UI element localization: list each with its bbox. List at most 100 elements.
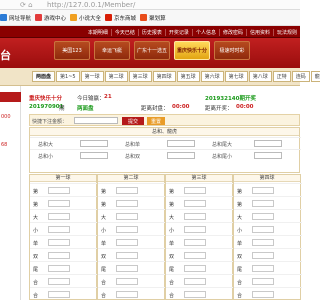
draw-info-panel: 重庆快乐十分 今日输赢： 21 201932140期开奖 201970901 期… xyxy=(29,92,300,114)
ball-amount-input[interactable] xyxy=(252,200,274,207)
bet-type-tab[interactable]: 第四球 xyxy=(152,71,176,82)
bet-type-tab[interactable]: 龍虎 xyxy=(310,71,320,82)
ball-row-label: 第 xyxy=(33,189,39,195)
top-link[interactable]: 个人信息 xyxy=(191,28,219,36)
ball-row: 双 xyxy=(166,248,234,261)
game-tab[interactable]: 幸运飞艇 xyxy=(94,41,130,60)
top-link[interactable]: 信用资料 xyxy=(245,28,273,36)
ball-table-title: 第三球 xyxy=(166,175,232,182)
ball-amount-input[interactable] xyxy=(184,278,206,285)
ball-amount-input[interactable] xyxy=(48,200,70,207)
ball-amount-input[interactable] xyxy=(116,187,138,194)
ball-table-title: 第二球 xyxy=(98,175,164,182)
ball-row: 第 xyxy=(30,196,98,209)
ball-amount-input[interactable] xyxy=(184,291,206,298)
combo-amount-input[interactable] xyxy=(254,152,282,159)
ball-amount-input[interactable] xyxy=(116,265,138,272)
ball-amount-input[interactable] xyxy=(184,226,206,233)
combo-label: 总和单 xyxy=(125,142,141,148)
ball-row-label: 第 xyxy=(237,189,243,195)
combo-amount-input[interactable] xyxy=(80,152,108,159)
bookmark-item[interactable]: 网址导航 xyxy=(0,14,31,22)
ball-row-label: 双 xyxy=(101,254,107,260)
top-link[interactable]: 今天已结 xyxy=(110,28,138,36)
top-link[interactable]: 开奖记录 xyxy=(164,28,192,36)
ball-table-title: 第四球 xyxy=(234,175,300,182)
bookmark-item[interactable]: 小说大全 xyxy=(70,14,101,22)
ball-amount-input[interactable] xyxy=(184,213,206,220)
bet-type-tab[interactable]: 连码 xyxy=(291,71,310,82)
reload-icon[interactable]: ⟳ ⌂ xyxy=(20,1,33,9)
combo-amount-input[interactable] xyxy=(167,140,195,147)
ball-amount-input[interactable] xyxy=(252,278,274,285)
ball-row-label: 单 xyxy=(101,241,107,247)
ball-amount-input[interactable] xyxy=(252,226,274,233)
combo-amount-input[interactable] xyxy=(80,140,108,147)
top-link[interactable]: 玩法规则 xyxy=(272,28,300,36)
bet-type-tab[interactable]: 第七球 xyxy=(224,71,248,82)
ball-amount-input[interactable] xyxy=(184,265,206,272)
bookmark-icon xyxy=(105,14,113,21)
game-tab[interactable]: 极速时时彩 xyxy=(214,41,250,60)
game-tab[interactable]: 重庆快乐十分 xyxy=(174,41,210,60)
ball-row-label: 合 xyxy=(33,293,39,299)
ball-amount-input[interactable] xyxy=(116,226,138,233)
ball-amount-input[interactable] xyxy=(116,200,138,207)
combo-row: 总和小 总和双 总和尾小 xyxy=(30,149,301,160)
ball-row-label: 尾 xyxy=(169,267,175,273)
top-link[interactable]: 修改密码 xyxy=(218,28,246,36)
bet-type-tab[interactable]: 第六球 xyxy=(200,71,224,82)
ball-row: 单 xyxy=(98,235,166,248)
ball-amount-input[interactable] xyxy=(252,213,274,220)
ball-table: 第四球第第大小单双尾合合 xyxy=(233,174,302,300)
ball-amount-input[interactable] xyxy=(116,291,138,298)
combo-amount-input[interactable] xyxy=(167,152,195,159)
ball-amount-input[interactable] xyxy=(48,291,70,298)
bet-type-tab[interactable]: 第一球 xyxy=(80,71,104,82)
reset-button[interactable]: 重置 xyxy=(147,117,165,125)
ball-amount-input[interactable] xyxy=(116,252,138,259)
ball-amount-input[interactable] xyxy=(116,239,138,246)
bookmark-item[interactable]: 聚划算 xyxy=(140,14,166,22)
ball-amount-input[interactable] xyxy=(116,278,138,285)
ball-amount-input[interactable] xyxy=(184,252,206,259)
ball-amount-input[interactable] xyxy=(252,252,274,259)
ball-amount-input[interactable] xyxy=(48,187,70,194)
bet-type-tab[interactable]: 两面盘 xyxy=(32,71,56,82)
bet-type-tab[interactable]: 第三球 xyxy=(128,71,152,82)
ball-amount-input[interactable] xyxy=(48,226,70,233)
ball-amount-input[interactable] xyxy=(48,239,70,246)
browser-url-bar[interactable]: ⟳ ⌂ http://127.0.0.1/Member/ xyxy=(0,0,300,10)
bookmark-item[interactable]: 京东商城 xyxy=(105,14,136,22)
ball-amount-input[interactable] xyxy=(48,278,70,285)
bet-type-tab[interactable]: 正特 xyxy=(272,71,291,82)
ball-amount-input[interactable] xyxy=(252,291,274,298)
top-link[interactable]: 历史报表 xyxy=(137,28,165,36)
ball-amount-input[interactable] xyxy=(252,265,274,272)
ball-amount-input[interactable] xyxy=(252,239,274,246)
bet-type-tab[interactable]: 第1~5 xyxy=(56,71,80,82)
ball-amount-input[interactable] xyxy=(252,187,274,194)
game-tab[interactable]: 广东十一选五 xyxy=(134,41,170,60)
ball-amount-input[interactable] xyxy=(184,200,206,207)
top-link[interactable]: 本期明细 xyxy=(85,29,111,36)
combo-amount-input[interactable] xyxy=(254,140,282,147)
bet-type-tab[interactable]: 第八球 xyxy=(248,71,272,82)
ball-row-label: 第 xyxy=(237,202,243,208)
address-field[interactable]: http://127.0.0.1/Member/ xyxy=(47,1,135,9)
ball-amount-input[interactable] xyxy=(184,187,206,194)
bet-type-tab[interactable]: 第二球 xyxy=(104,71,128,82)
bookmark-item[interactable]: 游戏中心 xyxy=(35,14,66,22)
game-name: 重庆快乐十分 xyxy=(29,96,63,102)
ball-amount-input[interactable] xyxy=(48,213,70,220)
ball-amount-input[interactable] xyxy=(184,239,206,246)
ball-amount-input[interactable] xyxy=(48,265,70,272)
submit-button[interactable]: 提交 xyxy=(122,117,144,125)
game-tab[interactable]: 美国123 xyxy=(54,41,90,60)
ball-amount-input[interactable] xyxy=(116,213,138,220)
ball-row-label: 第 xyxy=(101,202,107,208)
bet-type-tab[interactable]: 第五球 xyxy=(176,71,200,82)
quick-bet-amount-input[interactable] xyxy=(74,117,118,124)
ball-amount-input[interactable] xyxy=(48,252,70,259)
ball-row: 第 xyxy=(98,196,166,209)
